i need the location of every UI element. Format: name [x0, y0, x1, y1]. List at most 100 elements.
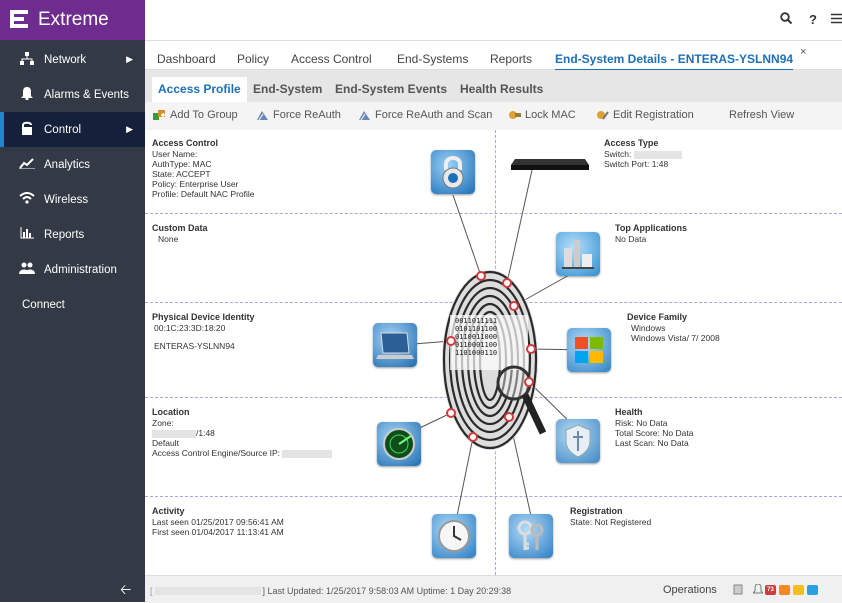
- help-icon[interactable]: ?: [809, 12, 817, 27]
- reauth-icon: [256, 109, 269, 121]
- last-seen: Last seen 01/25/2017 09:56:41 AM: [152, 517, 284, 527]
- sidebar-item-label: Wireless: [44, 193, 89, 206]
- switch-port: Switch Port: 1:48: [604, 159, 669, 169]
- keys-registration-icon: [509, 514, 553, 558]
- bar-chart-icon: [18, 227, 36, 242]
- engine: Access Control Engine/Source IP:: [152, 448, 281, 458]
- sidebar-item-label: Administration: [44, 263, 117, 276]
- family: Windows: [631, 323, 666, 333]
- force-reauth-scan-button[interactable]: Force ReAuth and Scan: [358, 109, 492, 121]
- profile: Profile: Default NAC Profile: [152, 189, 255, 199]
- physical-device-section: Physical Device Identity 00:1C:23:3D:18:…: [152, 312, 255, 351]
- binary-overlay: 0011011111 0101101100 0110011000 0110001…: [455, 317, 498, 357]
- group-icon: [153, 109, 166, 121]
- tab-end-systems[interactable]: End-Systems: [397, 52, 468, 66]
- status-bar: [] Last Updated: 1/25/2017 9:58:03 AM Up…: [145, 575, 842, 603]
- section-title: Access Control: [152, 138, 219, 148]
- sidebar-item-label: Reports: [44, 228, 85, 241]
- brand-name: Extreme: [38, 9, 109, 30]
- section-title: Location: [152, 407, 190, 417]
- port: /1:48: [196, 428, 215, 438]
- top-bar: ?: [145, 0, 842, 41]
- arrow-left-icon[interactable]: 🡠: [120, 579, 131, 603]
- tab-access-profile[interactable]: Access Profile: [152, 77, 247, 102]
- auth-type: AuthType: MAC: [152, 159, 212, 169]
- last-scan: Last Scan: No Data: [615, 438, 689, 448]
- laptop-icon: [373, 323, 417, 367]
- critical-alert-badge[interactable]: 73: [765, 585, 776, 595]
- sidebar-item-network[interactable]: Network ▶: [0, 42, 145, 77]
- sidebar-item-reports[interactable]: Reports: [0, 217, 145, 252]
- sidebar-item-control[interactable]: Control ▶: [0, 112, 145, 147]
- bell-icon[interactable]: [751, 583, 765, 597]
- sidebar-item-administration[interactable]: Administration: [0, 252, 145, 287]
- search-icon[interactable]: [780, 12, 793, 27]
- clipboard-icon[interactable]: [733, 584, 743, 597]
- health-section: Health Risk: No Data Total Score: No Dat…: [615, 407, 693, 448]
- sidebar-item-analytics[interactable]: Analytics: [0, 147, 145, 182]
- fingerprint-icon: [442, 270, 538, 450]
- zone: Zone:: [152, 418, 174, 428]
- tab-end-system-events[interactable]: End-System Events: [329, 77, 453, 102]
- brand-header: Extreme: [0, 0, 145, 40]
- lock-mac-button[interactable]: Lock MAC: [508, 109, 576, 121]
- custom-data-value: None: [158, 234, 179, 244]
- sidebar-item-label: Analytics: [44, 158, 91, 171]
- minor-alert-badge[interactable]: [793, 585, 804, 595]
- sidebar-item-alarms[interactable]: Alarms & Events: [0, 77, 145, 112]
- lock-mac-label: Lock MAC: [525, 109, 576, 121]
- mac-address: 00:1C:23:3D:18:20: [154, 323, 226, 333]
- operations-button[interactable]: Operations: [663, 584, 717, 596]
- health-shield-icon: [556, 419, 600, 463]
- tab-reports[interactable]: Reports: [490, 52, 532, 66]
- location-default: Default: [152, 438, 179, 448]
- registration-section: Registration State: Not Registered: [570, 506, 651, 527]
- edit-registration-button[interactable]: Edit Registration: [596, 109, 694, 121]
- chevron-right-icon: ▶: [126, 124, 133, 134]
- risk: Risk: No Data: [615, 418, 668, 428]
- radar-location-icon: [377, 422, 421, 466]
- sidebar-item-label: Connect: [22, 298, 65, 311]
- chevron-right-icon: ▶: [126, 54, 133, 64]
- top-applications-value: No Data: [615, 234, 647, 244]
- lock-icon: [18, 121, 36, 138]
- device-name: ENTERAS-YSLNN94: [154, 341, 235, 351]
- tab-health-results[interactable]: Health Results: [454, 77, 549, 102]
- access-type-section: Access Type Switch: Switch Port: 1:48: [604, 138, 682, 169]
- clock-activity-icon: [432, 514, 476, 558]
- toolbar: Add To Group Force ReAuth Force ReAuth a…: [145, 102, 842, 131]
- tab-end-system-details[interactable]: End-System Details - ENTERAS-YSLNN94: [555, 52, 794, 71]
- access-profile-panel: 0011011111 0101101100 0110011000 0110001…: [145, 130, 842, 575]
- close-icon[interactable]: ×: [800, 46, 806, 58]
- sidebar-item-label: Network: [44, 53, 87, 66]
- refresh-view-button[interactable]: Refresh View: [729, 109, 794, 121]
- sidebar-item-label: Control: [44, 123, 82, 136]
- top-applications-icon: [556, 232, 600, 276]
- section-title: Physical Device Identity: [152, 312, 255, 322]
- device-family-section: Device Family Windows Windows Vista/ 7/ …: [627, 312, 720, 343]
- reauth-scan-icon: [358, 109, 371, 121]
- sidebar-item-wireless[interactable]: Wireless: [0, 182, 145, 217]
- tab-dashboard[interactable]: Dashboard: [157, 52, 216, 66]
- force-reauth-button[interactable]: Force ReAuth: [256, 109, 341, 121]
- state: State: ACCEPT: [152, 169, 211, 179]
- tab-end-system[interactable]: End-System: [247, 77, 328, 102]
- switch: Switch:: [604, 149, 632, 159]
- info-alert-badge[interactable]: [807, 585, 818, 595]
- policy: Policy: Enterprise User: [152, 179, 239, 189]
- force-reauth-scan-label: Force ReAuth and Scan: [375, 109, 493, 121]
- sidebar-item-label: Alarms & Events: [44, 88, 129, 101]
- force-reauth-label: Force ReAuth: [273, 109, 341, 121]
- custom-data-section: Custom Data None: [152, 223, 208, 244]
- tab-access-control[interactable]: Access Control: [291, 52, 372, 66]
- major-alert-badge[interactable]: [779, 585, 790, 595]
- add-to-group-button[interactable]: Add To Group: [153, 109, 238, 121]
- users-icon: [18, 262, 36, 277]
- section-title: Health: [615, 407, 643, 417]
- tab-policy[interactable]: Policy: [237, 52, 269, 66]
- menu-icon[interactable]: [831, 12, 842, 27]
- activity-section: Activity Last seen 01/25/2017 09:56:41 A…: [152, 506, 284, 537]
- sidebar: Extreme Network ▶ Alarms & Events Contro…: [0, 0, 145, 602]
- section-title: Activity: [152, 506, 185, 516]
- sidebar-item-connect[interactable]: Connect: [0, 287, 145, 322]
